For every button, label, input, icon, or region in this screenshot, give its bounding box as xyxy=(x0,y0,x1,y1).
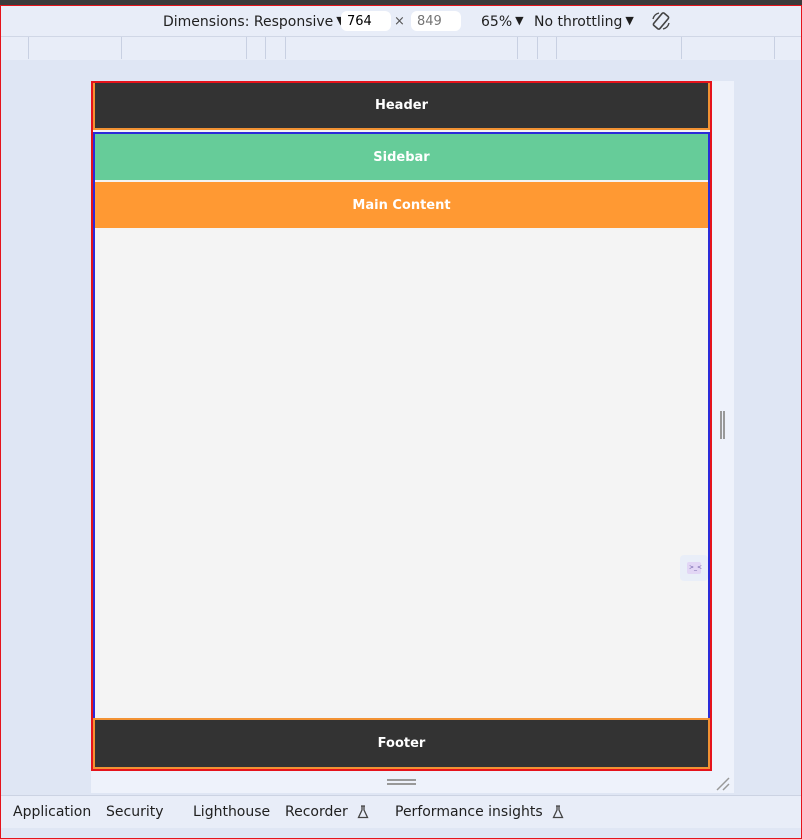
rendered-page: Header Sidebar Main Content Footer xyxy=(91,81,712,771)
tab-label: Application xyxy=(13,804,92,820)
ruler-divider xyxy=(774,37,775,59)
footer-label: Footer xyxy=(377,736,426,751)
dimensions-label: Dimensions: Responsive xyxy=(163,14,334,30)
svg-text:>_<: >_< xyxy=(689,564,702,571)
throttling-dropdown[interactable]: No throttling ▼ xyxy=(534,6,634,36)
ruler-divider xyxy=(121,37,122,59)
header-label: Header xyxy=(374,98,428,113)
right-resize-handle[interactable] xyxy=(720,411,725,439)
dimensions-dropdown[interactable]: Dimensions: Responsive▼ xyxy=(163,6,345,36)
tab-performance-insights[interactable]: Performance insights xyxy=(395,796,564,828)
ruler-divider xyxy=(285,37,286,59)
rotate-device-icon xyxy=(652,12,670,30)
zoom-label: 65% xyxy=(481,14,513,30)
ruler-divider xyxy=(28,37,29,59)
bottom-resize-handle[interactable] xyxy=(387,779,416,785)
rotate-device-button[interactable] xyxy=(650,10,672,32)
width-input[interactable] xyxy=(341,11,391,31)
tab-recorder[interactable]: Recorder xyxy=(285,796,369,828)
times-separator: × xyxy=(394,14,405,29)
ruler-divider xyxy=(681,37,682,59)
flask-icon xyxy=(552,805,564,819)
tab-lighthouse[interactable]: Lighthouse xyxy=(193,796,270,828)
sidebar-label: Sidebar xyxy=(373,149,430,165)
page-sidebar: Sidebar xyxy=(95,134,708,180)
ruler-divider xyxy=(556,37,557,59)
page-header: Header xyxy=(93,83,710,130)
ai-assistant-icon: >_< xyxy=(687,562,702,574)
window-top-border xyxy=(0,0,802,6)
zoom-dropdown[interactable]: 65% ▼ xyxy=(481,6,524,36)
page-main-content: Main Content xyxy=(95,182,708,228)
tab-label: Recorder xyxy=(285,804,348,820)
ruler-divider xyxy=(537,37,538,59)
corner-resize-handle[interactable] xyxy=(714,775,730,791)
device-toolbar: Dimensions: Responsive▼ × 65%▼ No thrott… xyxy=(0,6,802,36)
height-input[interactable] xyxy=(411,11,461,31)
flask-icon xyxy=(357,805,369,819)
drawer-tab-bar: Application Security Lighthouse Recorder… xyxy=(0,795,802,828)
throttling-label: No throttling xyxy=(534,14,623,30)
main-content-label: Main Content xyxy=(352,197,451,213)
tab-label: Lighthouse xyxy=(193,804,271,820)
ruler-divider xyxy=(246,37,247,59)
tab-label: Security xyxy=(106,804,164,820)
ai-assistant-button[interactable]: >_< xyxy=(680,555,708,581)
page-footer: Footer xyxy=(93,718,710,769)
resize-grip-icon xyxy=(716,777,730,791)
ruler-divider xyxy=(517,37,518,59)
tab-security[interactable]: Security xyxy=(106,796,164,828)
chevron-down-icon: ▼ xyxy=(515,14,524,27)
content-container: Sidebar Main Content xyxy=(93,132,710,720)
media-query-ruler[interactable] xyxy=(0,36,802,60)
chevron-down-icon: ▼ xyxy=(625,14,634,27)
ruler-divider xyxy=(265,37,266,59)
tab-label: Performance insights xyxy=(395,804,543,820)
tab-application[interactable]: Application xyxy=(13,796,91,828)
